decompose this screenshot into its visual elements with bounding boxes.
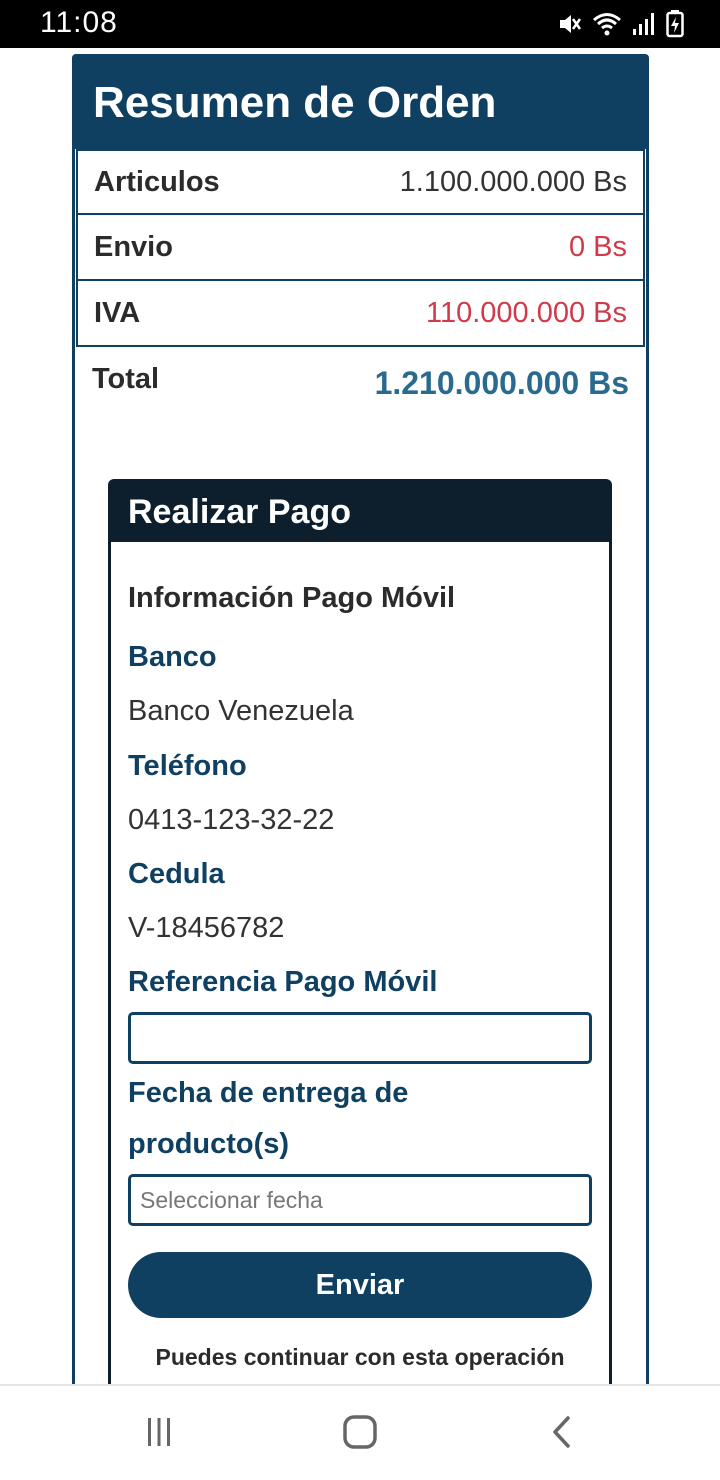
navigation-bar: [0, 1384, 720, 1480]
home-icon[interactable]: [340, 1412, 380, 1452]
row-label: Articulos: [94, 165, 220, 198]
signal-icon: [632, 11, 656, 37]
order-row-envio: Envio 0 Bs: [76, 215, 645, 281]
row-value: 1.100.000.000 Bs: [399, 165, 627, 198]
bank-label: Banco: [128, 641, 217, 673]
recent-apps-icon[interactable]: [139, 1412, 179, 1452]
reference-input[interactable]: [128, 1012, 592, 1064]
total-value: 1.210.000.000 Bs: [374, 365, 629, 401]
order-summary-title: Resumen de Orden: [93, 78, 497, 127]
bank-value: Banco Venezuela: [128, 695, 354, 727]
payment-note: Puedes continuar con esta operación: [155, 1344, 565, 1370]
status-time: 11:08: [40, 6, 118, 39]
mute-icon: [556, 11, 582, 37]
date-label-line2: producto(s): [128, 1128, 290, 1160]
payment-title: Realizar Pago: [128, 492, 351, 531]
reference-label: Referencia Pago Móvil: [128, 966, 438, 998]
order-summary-table: Articulos 1.100.000.000 Bs Envio 0 Bs IV…: [76, 149, 645, 347]
date-label-line1: Fecha de entrega de: [128, 1077, 409, 1109]
wifi-icon: [592, 11, 622, 37]
payment-header: Realizar Pago: [111, 482, 609, 542]
row-value: 110.000.000 Bs: [425, 296, 627, 329]
date-picker-input[interactable]: [128, 1174, 592, 1226]
phone-label: Teléfono: [128, 750, 247, 782]
id-label: Cedula: [128, 858, 225, 890]
total-label: Total: [92, 363, 160, 395]
row-value: 0 Bs: [568, 230, 627, 263]
phone-value: 0413-123-32-22: [128, 804, 335, 836]
order-summary-header: Resumen de Orden: [75, 57, 646, 149]
send-button[interactable]: Enviar: [128, 1252, 592, 1318]
row-label: Envio: [94, 230, 173, 263]
row-label: IVA: [94, 296, 141, 329]
back-icon[interactable]: [542, 1412, 582, 1452]
id-value: V-18456782: [128, 912, 285, 944]
battery-icon: [666, 10, 684, 38]
payment-info-title: Información Pago Móvil: [128, 582, 456, 614]
order-row-articulos: Articulos 1.100.000.000 Bs: [76, 149, 645, 215]
status-icons: [556, 10, 684, 38]
order-summary-card: Resumen de Orden Articulos 1.100.000.000…: [72, 54, 649, 1399]
order-row-iva: IVA 110.000.000 Bs: [76, 281, 645, 347]
payment-card: Realizar Pago Información Pago Móvil Ban…: [108, 479, 612, 1399]
status-bar: 11:08: [0, 0, 720, 48]
order-total-row: Total 1.210.000.000 Bs: [75, 347, 646, 417]
